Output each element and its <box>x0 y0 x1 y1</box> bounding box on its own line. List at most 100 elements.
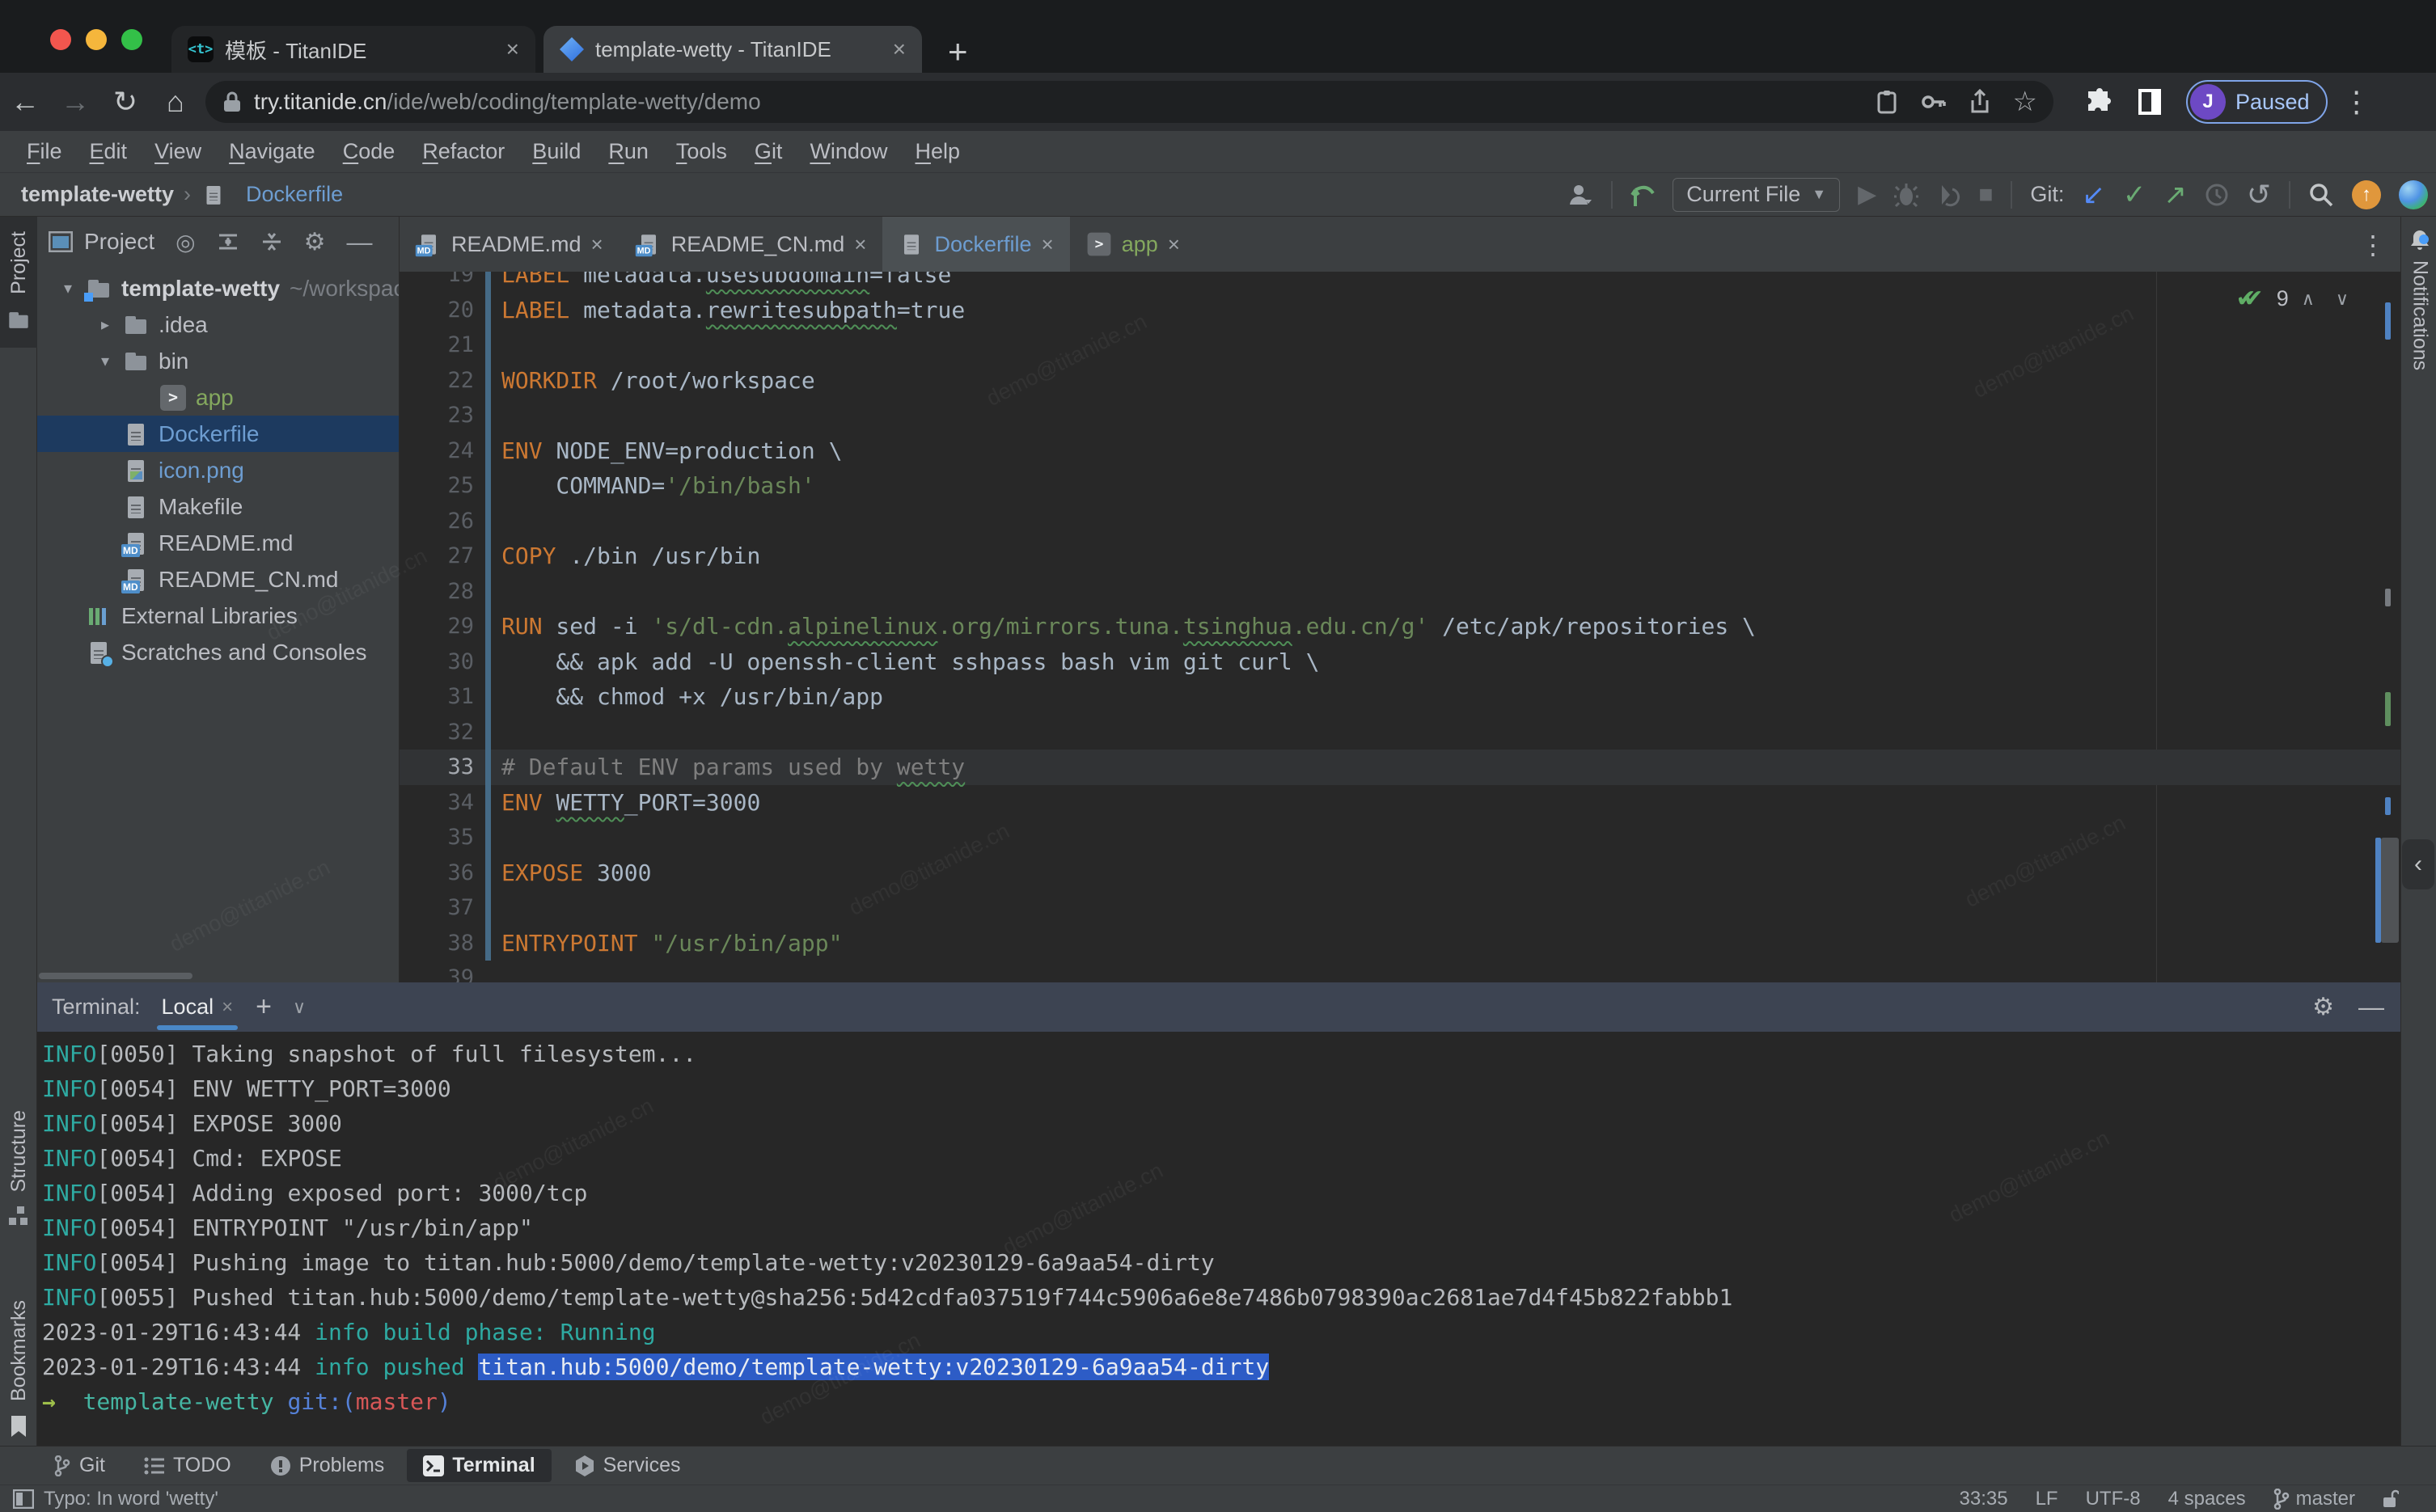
menu-window[interactable]: Window <box>796 139 901 164</box>
run-icon[interactable]: ▶ <box>1858 180 1876 209</box>
tab-close-icon[interactable]: × <box>854 232 866 257</box>
tree-item-bin[interactable]: ▾bin <box>37 343 399 379</box>
tree-item-icon-png[interactable]: icon.png <box>37 452 399 488</box>
previous-problem-icon[interactable]: ∧ <box>2302 289 2315 310</box>
menu-refactor[interactable]: Refactor <box>408 139 518 164</box>
editor-tab-readme-cn-md[interactable]: MDREADME_CN.md× <box>620 217 883 272</box>
code-line-39[interactable]: 39 <box>400 961 2400 982</box>
extensions-icon[interactable] <box>2074 88 2125 116</box>
zoom-window-button[interactable] <box>121 29 142 50</box>
code-line-25[interactable]: 25 COMMAND='/bin/bash' <box>400 468 2400 504</box>
line-ending[interactable]: LF <box>2036 1488 2058 1510</box>
editor-tab-dockerfile[interactable]: Dockerfile× <box>882 217 1069 272</box>
git-commit-icon[interactable]: ✓ <box>2123 179 2146 211</box>
browser-menu-icon[interactable]: ⋮ <box>2339 85 2375 119</box>
code-line-31[interactable]: 31 && chmod +x /usr/bin/app <box>400 679 2400 715</box>
editor-tab-readme-md[interactable]: MDREADME.md× <box>400 217 620 272</box>
tab-close-icon[interactable]: × <box>506 36 519 62</box>
tool-window-button-git[interactable]: Git <box>37 1449 121 1482</box>
profile-button[interactable]: J Paused <box>2186 80 2328 124</box>
code-line-23[interactable]: 23 <box>400 398 2400 433</box>
terminal-tab-local[interactable]: Local × <box>162 982 234 1032</box>
breadcrumb-file[interactable]: Dockerfile <box>246 182 343 207</box>
tab-close-icon[interactable]: × <box>222 996 233 1019</box>
publish-icon[interactable]: ↑ <box>2352 180 2381 209</box>
search-icon[interactable] <box>2308 182 2334 208</box>
menu-file[interactable]: File <box>13 139 76 164</box>
chevron-icon[interactable]: ▾ <box>50 278 86 298</box>
menu-navigate[interactable]: Navigate <box>215 139 329 164</box>
editor-scrollbar[interactable] <box>2381 838 2399 943</box>
code-line-34[interactable]: 34ENV WETTY_PORT=3000 <box>400 785 2400 821</box>
code-line-19[interactable]: 19LABEL metadata.usesubdomain=false <box>400 272 2400 293</box>
code-line-33[interactable]: 33# Default ENV params used by wetty <box>400 750 2400 785</box>
menu-view[interactable]: View <box>141 139 215 164</box>
history-icon[interactable] <box>2205 183 2229 207</box>
stop-icon[interactable]: ■ <box>1978 181 1993 209</box>
tree-item-readme-cn-md[interactable]: MDREADME_CN.md <box>37 561 399 598</box>
rollback-icon[interactable]: ↺ <box>2247 178 2271 212</box>
tree-item--idea[interactable]: ▸.idea <box>37 306 399 343</box>
forward-icon[interactable]: → <box>50 85 100 119</box>
key-icon[interactable] <box>1921 94 1947 110</box>
chevron-icon[interactable]: ▾ <box>87 351 123 371</box>
close-window-button[interactable] <box>50 29 71 50</box>
reload-icon[interactable]: ↻ <box>100 85 150 119</box>
address-bar[interactable]: try.titanide.cn/ide/web/coding/template-… <box>205 81 2053 123</box>
collapse-panel-chevron[interactable]: ‹ <box>2402 839 2434 889</box>
code-area[interactable]: 19LABEL metadata.usesubdomain=false20LAB… <box>400 272 2400 982</box>
error-stripe[interactable] <box>2376 272 2400 982</box>
run-configuration-select[interactable]: Current File ▼ <box>1673 178 1840 212</box>
hide-panel-icon[interactable]: — <box>347 227 373 257</box>
git-branch-widget[interactable]: master <box>2273 1488 2355 1510</box>
unlock-icon[interactable] <box>2383 1489 2399 1510</box>
breadcrumb-project[interactable]: template-wetty <box>21 182 174 207</box>
assistant-icon[interactable] <box>2399 180 2428 209</box>
menu-git[interactable]: Git <box>741 139 797 164</box>
new-terminal-icon[interactable]: + <box>256 991 272 1023</box>
inspections-widget[interactable]: ✔✔ 9 ∧ ∨ <box>2235 285 2349 313</box>
tab-close-icon[interactable]: × <box>893 36 906 62</box>
menu-build[interactable]: Build <box>518 139 594 164</box>
code-line-21[interactable]: 21 <box>400 327 2400 363</box>
tree-item-app[interactable]: >app <box>37 379 399 416</box>
terminal-settings-icon[interactable]: ⚙ <box>2312 993 2334 1021</box>
browser-tab-1[interactable]: <t> 模板 - TitanIDE × <box>171 26 535 73</box>
clipboard-icon[interactable] <box>1876 89 1898 115</box>
tool-button-notifications[interactable]: Notifications <box>2401 228 2436 370</box>
tree-item-template-wetty[interactable]: ▾template-wetty~/workspac <box>37 270 399 306</box>
tool-button-bookmarks[interactable]: Bookmarks <box>0 1300 37 1437</box>
tool-window-button-services[interactable]: Services <box>558 1449 697 1482</box>
caret-position[interactable]: 33:35 <box>1960 1488 2008 1510</box>
git-push-icon[interactable]: ↗ <box>2163 179 2187 211</box>
code-line-27[interactable]: 27COPY ./bin /usr/bin <box>400 538 2400 574</box>
chevron-down-icon[interactable]: ∨ <box>293 997 306 1018</box>
menu-run[interactable]: Run <box>594 139 662 164</box>
chevron-icon[interactable]: ▸ <box>87 315 123 335</box>
tool-button-structure[interactable]: Structure <box>0 1110 37 1226</box>
tool-window-button-problems[interactable]: Problems <box>254 1449 401 1482</box>
tool-window-button-terminal[interactable]: Terminal <box>407 1449 551 1482</box>
tree-item-external-libraries[interactable]: External Libraries <box>37 598 399 634</box>
tool-button-project[interactable]: Project <box>0 217 37 348</box>
code-line-36[interactable]: 36EXPOSE 3000 <box>400 855 2400 891</box>
menu-tools[interactable]: Tools <box>662 139 741 164</box>
code-line-28[interactable]: 28 <box>400 574 2400 610</box>
browser-tab-2[interactable]: template-wetty - TitanIDE × <box>543 26 922 73</box>
code-line-20[interactable]: 20LABEL metadata.rewritesubpath=true <box>400 293 2400 328</box>
new-tab-button[interactable]: + <box>948 32 968 71</box>
tool-window-button-todo[interactable]: TODO <box>128 1449 247 1482</box>
user-icon[interactable] <box>1567 182 1593 208</box>
git-update-icon[interactable]: ↙ <box>2082 179 2105 211</box>
minimize-window-button[interactable] <box>86 29 107 50</box>
select-opened-file-icon[interactable] <box>217 230 239 253</box>
code-line-30[interactable]: 30 && apk add -U openssh-client sshpass … <box>400 644 2400 680</box>
code-line-29[interactable]: 29RUN sed -i 's/dl-cdn.alpinelinux.org/m… <box>400 609 2400 644</box>
tree-item-readme-md[interactable]: MDREADME.md <box>37 525 399 561</box>
tab-close-icon[interactable]: × <box>591 232 603 257</box>
bookmark-star-icon[interactable]: ☆ <box>2013 86 2037 118</box>
code-line-35[interactable]: 35 <box>400 820 2400 855</box>
status-message-area[interactable]: Typo: In word 'wetty' <box>13 1488 1960 1510</box>
code-line-22[interactable]: 22WORKDIR /root/workspace <box>400 363 2400 399</box>
menu-help[interactable]: Help <box>901 139 974 164</box>
